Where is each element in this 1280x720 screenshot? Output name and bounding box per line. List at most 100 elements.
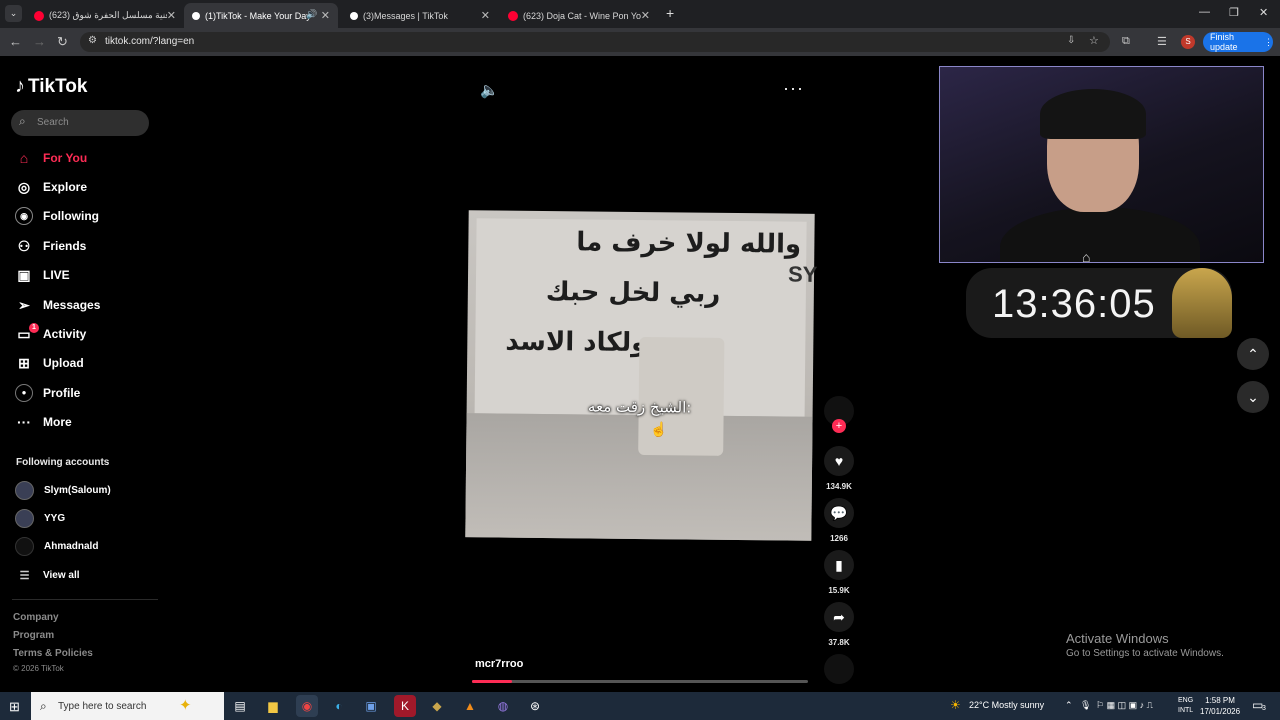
nav-messages[interactable]: ➢ Messages [15, 294, 100, 316]
upload-icon: ⊞ [18, 354, 30, 371]
close-tab-icon[interactable]: ✕ [321, 9, 330, 22]
comment-icon: 💬 [830, 504, 848, 521]
edge-icon[interactable]: ◐ [328, 695, 350, 717]
new-tab-button[interactable]: + [666, 5, 674, 21]
next-video-button[interactable]: ⌄ [1237, 381, 1269, 413]
compass-icon: ◎ [17, 178, 31, 195]
comment-button[interactable]: 💬 [824, 498, 854, 528]
tiktok-logo[interactable]: ♪ TikTok [15, 75, 87, 98]
more-icon: ··· [17, 414, 31, 430]
app-icon[interactable]: ◆ [426, 695, 448, 717]
graffiti-line: ربي لخل حبك [545, 277, 721, 309]
bookmark-star-icon[interactable]: ☆ [1089, 34, 1099, 47]
nav-explore[interactable]: ◎ Explore [15, 176, 87, 198]
extensions-icon[interactable]: ⧉ [1122, 35, 1130, 48]
media-controls-icon[interactable]: ☰ [1157, 35, 1167, 48]
save-count: 15.9K [828, 586, 850, 595]
file-explorer-icon[interactable]: ▆ [262, 695, 284, 717]
account-item[interactable]: YYG [15, 508, 65, 528]
account-item[interactable]: Slym(Saloum) [15, 480, 111, 500]
weather-icon[interactable]: ☀ [950, 698, 961, 712]
address-bar[interactable]: ⚙ tiktok.com/?lang=en ⇩ ☆ [80, 32, 1110, 52]
following-icon: ◉ [15, 207, 33, 225]
follow-plus-button[interactable]: + [832, 419, 846, 433]
tab-2[interactable]: (3)Messages | TikTok ✕ [342, 3, 498, 28]
url-text: tiktok.com/?lang=en [105, 36, 195, 47]
task-view-icon[interactable]: ▤ [229, 695, 251, 717]
video-progress-bar[interactable] [472, 680, 808, 683]
nav-more[interactable]: ··· More [15, 411, 72, 433]
nav-upload[interactable]: ⊞ Upload [15, 352, 84, 374]
footer-company-link[interactable]: Company [13, 612, 59, 623]
footer-terms-link[interactable]: Terms & Policies [13, 648, 93, 659]
restore-button[interactable]: ❐ [1229, 6, 1239, 19]
nav-following[interactable]: ◉ Following [15, 205, 99, 227]
account-item[interactable]: Ahmadnald [15, 536, 98, 556]
nav-activity[interactable]: ▭ 1 Activity [15, 322, 86, 345]
like-button[interactable]: ♥ [824, 446, 854, 476]
chrome-icon[interactable]: ◉ [296, 695, 318, 717]
youtube-favicon-icon [34, 10, 44, 21]
nav-friends[interactable]: ⚇ Friends [15, 235, 87, 257]
music-disc[interactable] [824, 654, 854, 684]
speaker-icon[interactable]: 🔊 [306, 9, 317, 20]
save-button[interactable]: ▮ [824, 550, 854, 580]
language-indicator[interactable]: ENG INTL [1178, 696, 1193, 716]
profile-avatar[interactable]: S [1181, 35, 1195, 49]
back-button[interactable]: ← [9, 34, 22, 49]
graffiti-line: ولكاد الاسد [505, 326, 648, 359]
kebab-menu-icon: ⋮ [1264, 36, 1273, 47]
finish-update-button[interactable]: Finish update ⋮ [1203, 32, 1273, 52]
share-button[interactable]: ➦ [824, 602, 854, 632]
mouse-cursor-icon: ☝ [650, 421, 668, 437]
footer-program-link[interactable]: Program [13, 630, 54, 641]
view-all-link[interactable]: ☰ View all [15, 565, 80, 585]
concrete-block [638, 336, 725, 456]
tab-3[interactable]: (623) Doja Cat - Wine Pon You ✕ [500, 3, 658, 28]
close-tab-icon[interactable]: ✕ [481, 9, 490, 22]
share-count: 37.8K [828, 638, 850, 647]
weather-text[interactable]: 22°C Mostly sunny [969, 700, 1044, 710]
tab-search-button[interactable]: ⌄ [5, 5, 22, 22]
tray-overflow-icon[interactable]: ⌃ [1065, 700, 1073, 711]
install-app-icon[interactable]: ⇩ [1067, 35, 1075, 46]
avatar [15, 508, 34, 528]
activate-windows-subtitle: Go to Settings to activate Windows. [1066, 648, 1224, 659]
close-window-button[interactable]: ✕ [1259, 6, 1268, 19]
app-icon[interactable]: K [394, 695, 416, 717]
video-player[interactable]: والله لولا خرف ما ربي لخل حبك ولكاد الاس… [465, 210, 818, 541]
more-options-icon[interactable]: ··· [783, 78, 804, 99]
forward-button[interactable]: → [33, 34, 46, 49]
app-icon[interactable]: ▣ [360, 695, 382, 717]
video-author[interactable]: mcr7rroo [475, 658, 523, 670]
volume-icon[interactable]: 🔈 [480, 81, 499, 99]
tab-0[interactable]: اغنية مسلسل الحفرة شوق (623) ✕ [26, 3, 184, 28]
nav-live[interactable]: ▣ LIVE [15, 264, 69, 286]
video-progress-fill [472, 680, 513, 683]
app-icon[interactable]: ◍ [492, 695, 514, 717]
nav-profile[interactable]: ● Profile [15, 382, 80, 404]
taskbar-clock[interactable]: 1:58 PM 17/01/2026 [1200, 695, 1240, 717]
minimize-button[interactable]: — [1199, 6, 1210, 18]
home-icon: ⌂ [19, 150, 29, 166]
nav-for-you[interactable]: ⌂ For You [15, 147, 87, 169]
search-input[interactable]: ⌕ Search [11, 110, 149, 136]
tray-icons[interactable]: ⚐ ▦ ◫ ▣ ♪ ⎍ [1096, 700, 1153, 711]
taskbar-search[interactable]: ⌕ Type here to search ✦ [31, 692, 224, 720]
microphone-icon[interactable]: 🎙 [1080, 700, 1091, 711]
start-button[interactable]: ⊞ [9, 699, 20, 715]
app-icon[interactable]: ⊛ [524, 695, 546, 717]
tab-1[interactable]: (1)TikTok - Make Your Day 🔊 ✕ [184, 3, 338, 28]
site-info-icon[interactable]: ⚙ [88, 35, 97, 46]
webcam-overlay [939, 66, 1264, 263]
previous-video-button[interactable]: ⌃ [1237, 338, 1269, 370]
close-tab-icon[interactable]: ✕ [641, 9, 650, 22]
activity-icon: ▭ 1 [15, 322, 39, 343]
app-icon[interactable]: ▲ [459, 695, 481, 717]
bookmark-icon: ▮ [835, 556, 843, 573]
close-tab-icon[interactable]: ✕ [167, 9, 176, 22]
share-icon: ➦ [833, 608, 845, 625]
reload-button[interactable]: ↻ [57, 34, 68, 50]
video-caption: الشيخ زقت معه: [587, 397, 692, 417]
avatar [15, 536, 34, 556]
